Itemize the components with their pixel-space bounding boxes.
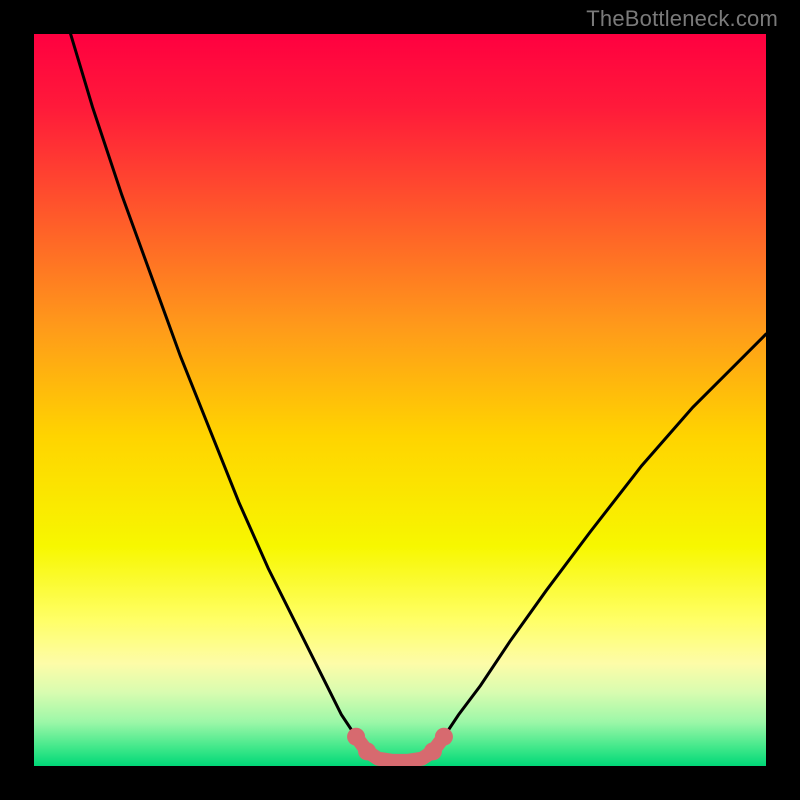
watermark-text: TheBottleneck.com [586, 6, 778, 32]
chart-frame: TheBottleneck.com [0, 0, 800, 800]
chart-svg [34, 34, 766, 766]
plot-area [34, 34, 766, 766]
gradient-background [34, 34, 766, 766]
highlight-dot [435, 728, 453, 746]
highlight-dot [424, 742, 442, 760]
highlight-dot [347, 728, 365, 746]
highlight-dot [358, 742, 376, 760]
